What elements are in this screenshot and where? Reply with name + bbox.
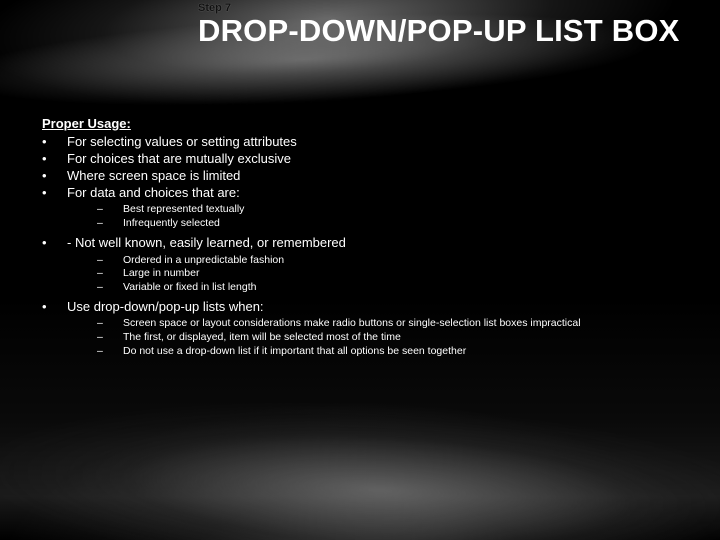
bullet-icon: • xyxy=(42,134,67,151)
list-item: – The first, or displayed, item will be … xyxy=(97,331,702,345)
bullet-icon: • xyxy=(42,299,67,316)
sub-text: Large in number xyxy=(123,267,702,281)
dash-icon: – xyxy=(97,217,123,231)
list-item: • Use drop-down/pop-up lists when: xyxy=(42,299,702,316)
dash-icon: – xyxy=(97,203,123,217)
list-item: – Infrequently selected xyxy=(97,217,702,231)
bullet-icon: • xyxy=(42,235,67,252)
sub-text: Screen space or layout considerations ma… xyxy=(123,317,702,331)
sub-list-2: – Ordered in a unpredictable fashion – L… xyxy=(42,254,702,295)
usage-heading: Proper Usage: xyxy=(42,116,702,133)
list-item: • For selecting values or setting attrib… xyxy=(42,134,702,151)
bullet-text: For choices that are mutually exclusive xyxy=(67,151,702,168)
bullet-text: For selecting values or setting attribut… xyxy=(67,134,702,151)
dash-icon: – xyxy=(97,331,123,345)
list-item: • For data and choices that are: xyxy=(42,185,702,202)
dash-icon: – xyxy=(97,267,123,281)
dash-icon: – xyxy=(97,317,123,331)
bullet-text: Where screen space is limited xyxy=(67,168,702,185)
sub-list-1: – Best represented textually – Infrequen… xyxy=(42,203,702,230)
bullet-text: For data and choices that are: xyxy=(67,185,702,202)
list-item: – Large in number xyxy=(97,267,702,281)
bullet-icon: • xyxy=(42,168,67,185)
list-item: • For choices that are mutually exclusiv… xyxy=(42,151,702,168)
bullet-icon: • xyxy=(42,151,67,168)
top-bullet-list-3: • Use drop-down/pop-up lists when: xyxy=(42,299,702,316)
dash-icon: – xyxy=(97,281,123,295)
top-bullet-list: • For selecting values or setting attrib… xyxy=(42,134,702,202)
slide-title: DROP-DOWN/POP-UP LIST BOX xyxy=(198,14,698,49)
sub-text: Infrequently selected xyxy=(123,217,702,231)
list-item: – Do not use a drop-down list if it impo… xyxy=(97,345,702,359)
sub-text: Ordered in a unpredictable fashion xyxy=(123,254,702,268)
list-item: • - Not well known, easily learned, or r… xyxy=(42,235,702,252)
bullet-text: Use drop-down/pop-up lists when: xyxy=(67,299,702,316)
list-item: – Ordered in a unpredictable fashion xyxy=(97,254,702,268)
list-item: • Where screen space is limited xyxy=(42,168,702,185)
top-bullet-list-2: • - Not well known, easily learned, or r… xyxy=(42,235,702,252)
bullet-text: - Not well known, easily learned, or rem… xyxy=(67,235,702,252)
list-item: – Screen space or layout considerations … xyxy=(97,317,702,331)
list-item: – Best represented textually xyxy=(97,203,702,217)
bullet-icon: • xyxy=(42,185,67,202)
slide-body: Proper Usage: • For selecting values or … xyxy=(42,116,702,362)
sub-text: Best represented textually xyxy=(123,203,702,217)
sub-text: Variable or fixed in list length xyxy=(123,281,702,295)
sub-text: Do not use a drop-down list if it import… xyxy=(123,345,702,359)
dash-icon: – xyxy=(97,345,123,359)
sub-list-3: – Screen space or layout considerations … xyxy=(42,317,702,358)
dash-icon: – xyxy=(97,254,123,268)
list-item: – Variable or fixed in list length xyxy=(97,281,702,295)
sub-text: The first, or displayed, item will be se… xyxy=(123,331,702,345)
